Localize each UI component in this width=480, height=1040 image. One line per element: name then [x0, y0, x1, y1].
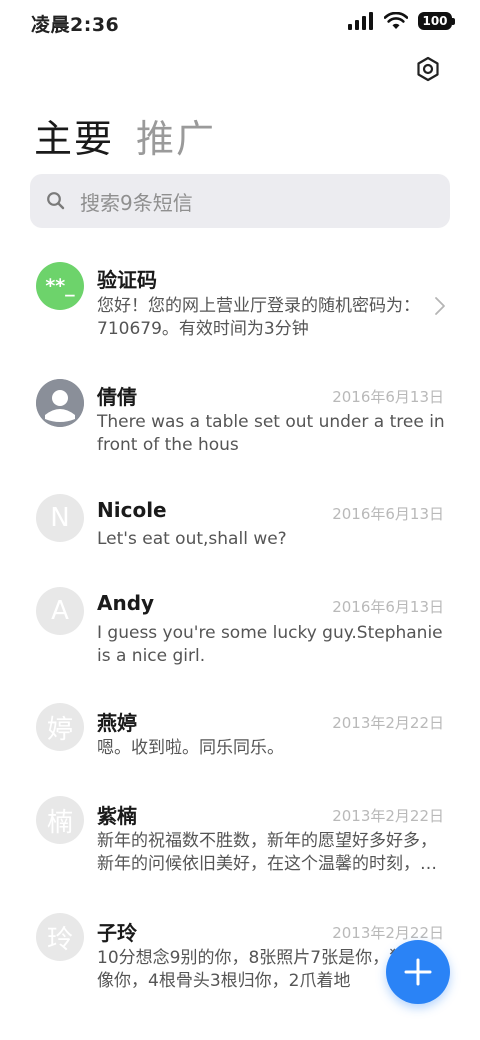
tab-bar: 主要 推广: [34, 108, 216, 163]
tab-promotion[interactable]: 推广: [136, 108, 216, 163]
message-date: 2016年6月13日: [332, 598, 444, 616]
message-preview: There was a table set out under a tree i…: [97, 412, 445, 455]
sender-name: Nicole: [97, 498, 167, 522]
wifi-icon: [384, 12, 408, 29]
message-date: 2016年6月13日: [332, 505, 444, 523]
message-date: 2013年2月22日: [332, 924, 444, 942]
message-preview: 嗯。收到啦。同乐同乐。: [97, 738, 284, 758]
list-item[interactable]: 倩倩 2016年6月13日 There was a table set out …: [0, 376, 480, 476]
sender-name: 燕婷: [97, 711, 137, 735]
battery-icon: 100: [418, 12, 455, 30]
avatar: 婷: [36, 703, 84, 751]
sender-name: 紫楠: [97, 804, 137, 828]
avatar: N: [36, 494, 84, 542]
list-item[interactable]: 婷 燕婷 2013年2月22日 嗯。收到啦。同乐同乐。: [0, 703, 480, 773]
sender-name: Andy: [97, 591, 155, 615]
new-message-button[interactable]: [386, 940, 450, 1004]
avatar: **_: [36, 262, 84, 310]
message-preview: Let's eat out,shall we?: [97, 529, 287, 549]
gear-icon: [417, 56, 439, 82]
plus-icon: [404, 958, 432, 986]
status-time: 凌晨2:36: [31, 14, 120, 36]
chevron-right-icon: [435, 297, 445, 315]
sender-name: 子玲: [97, 921, 137, 945]
settings-button[interactable]: [412, 53, 444, 85]
message-date: 2013年2月22日: [332, 714, 444, 732]
avatar: A: [36, 587, 84, 635]
avatar: 玲: [36, 913, 84, 961]
message-date: 2016年6月13日: [332, 388, 444, 406]
message-preview: 您好！您的网上营业厅登录的随机密码为：710679。有效时间为3分钟: [97, 296, 420, 339]
list-item[interactable]: **_ 验证码 您好！您的网上营业厅登录的随机密码为：710679。有效时间为3…: [0, 258, 480, 358]
signal-icon: [348, 12, 373, 30]
contact-icon: [36, 379, 84, 427]
search-icon: [47, 192, 65, 210]
tab-main[interactable]: 主要: [34, 108, 114, 163]
list-item[interactable]: N Nicole 2016年6月13日 Let's eat out,shall …: [0, 494, 480, 564]
list-item[interactable]: A Andy 2016年6月13日 I guess you're some lu…: [0, 587, 480, 677]
message-preview: I guess you're some lucky guy.Stephanie …: [97, 623, 443, 666]
search-placeholder: 搜索9条短信: [80, 190, 193, 215]
list-item[interactable]: 楠 紫楠 2013年2月22日 新年的祝福数不胜数，新年的愿望好多好多，新年的问…: [0, 796, 480, 886]
avatar: 楠: [36, 796, 84, 844]
battery-level: 100: [422, 14, 448, 28]
sender-name: 验证码: [97, 268, 157, 292]
search-input[interactable]: 搜索9条短信: [30, 174, 450, 228]
sender-name: 倩倩: [97, 385, 137, 409]
status-icons: 100: [348, 12, 455, 30]
message-date: 2013年2月22日: [332, 807, 444, 825]
status-bar: 凌晨2:36 100: [0, 0, 480, 44]
message-preview: 新年的祝福数不胜数，新年的愿望好多好多，新年的问候依旧美好，在这个温馨的时刻，…: [97, 831, 437, 874]
